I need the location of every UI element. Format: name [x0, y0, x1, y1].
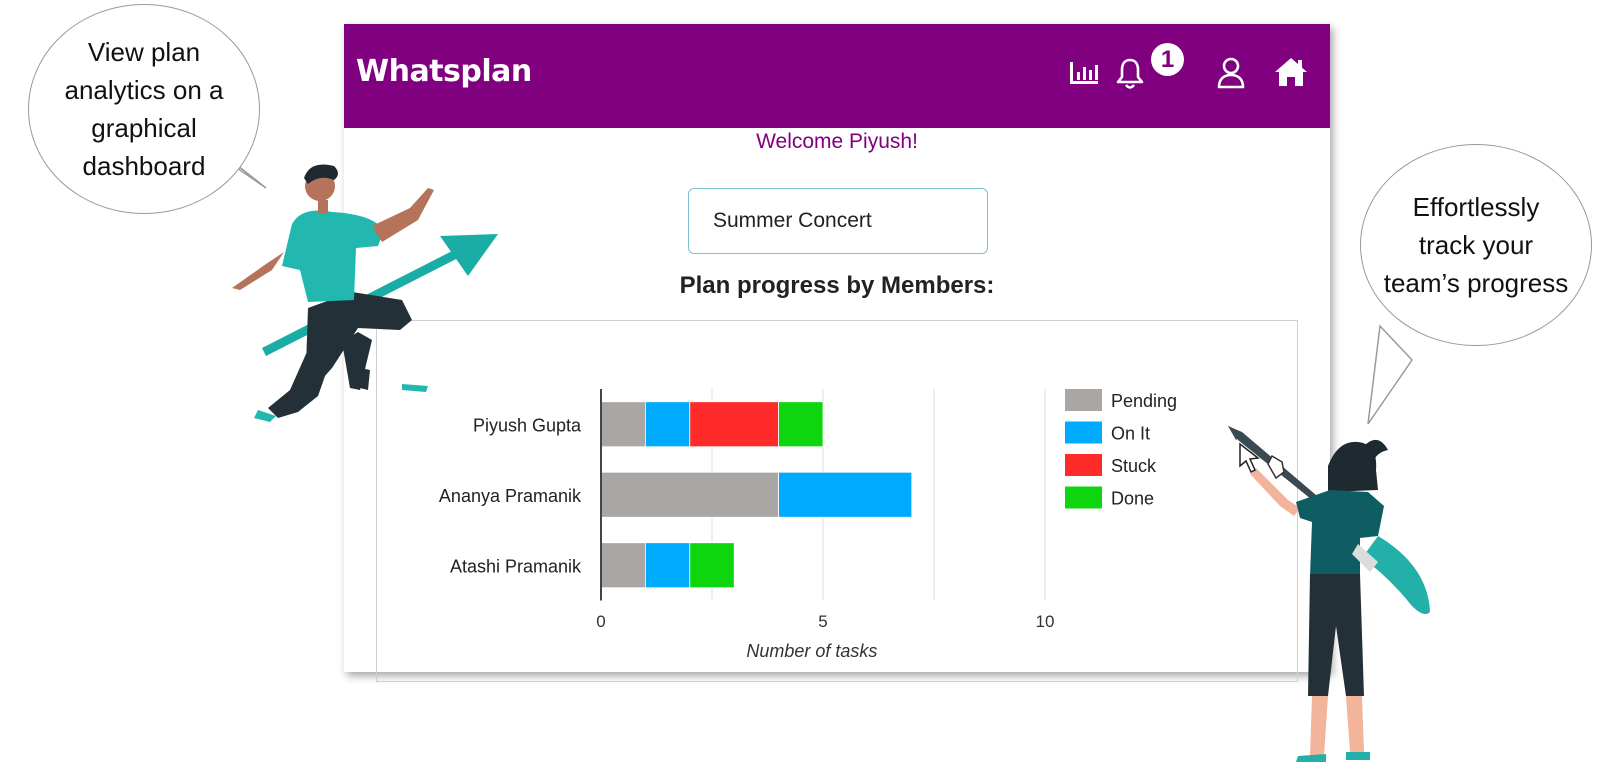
welcome-message: Welcome Piyush! [756, 130, 918, 153]
x-tick-label: 0 [596, 612, 605, 631]
bar-segment [644, 542, 691, 589]
legend-swatch [1065, 421, 1102, 444]
legend-label: Stuck [1111, 456, 1157, 476]
legend-swatch [1065, 389, 1102, 411]
callout-bubble-right: Effortlessly track your team’s progress [1360, 144, 1592, 346]
user-icon[interactable] [1216, 56, 1246, 90]
legend-label: On It [1111, 424, 1150, 444]
plan-name-field[interactable] [688, 188, 988, 254]
callout-left-line: View plan [87, 37, 201, 67]
bar-segment [644, 401, 691, 448]
x-axis-label: Number of tasks [746, 641, 877, 661]
progress-chart: Piyush Gupta Ananya Pramanik Atashi Praman… [376, 320, 1298, 682]
category-label: Atashi Pramanik [450, 556, 582, 576]
category-label: Ananya Pramanik [439, 486, 582, 506]
bar-segment [600, 401, 646, 448]
callout-right-line: Effortlessly [1412, 192, 1540, 222]
legend-label: Done [1111, 489, 1154, 509]
bar-segment [778, 401, 824, 448]
bar-segment [600, 471, 780, 518]
bell-icon[interactable] [1115, 56, 1145, 90]
legend-label: Pending [1111, 391, 1177, 411]
legend-swatch [1065, 486, 1102, 509]
x-tick-label: 5 [818, 612, 827, 631]
callout-left-line: analytics on a [64, 75, 224, 105]
callout-left-line: dashboard [82, 151, 206, 181]
bar-segment [600, 542, 646, 589]
brand-logo[interactable]: Whatsplan [356, 54, 532, 89]
stacked-bar-chart: Piyush GuptaAnanya PramanikAtashi Praman… [439, 389, 1177, 661]
analytics-icon[interactable] [1068, 58, 1100, 88]
bar-segment [689, 542, 735, 589]
bar-segment [778, 471, 913, 518]
notification-badge[interactable]: 1 [1151, 43, 1184, 76]
x-tick-label: 10 [1036, 612, 1055, 631]
app-header: Whatsplan 1 [344, 24, 1330, 128]
woman-pointer-illustration [1228, 426, 1430, 762]
home-icon[interactable] [1274, 56, 1308, 88]
callout-right-line: team’s progress [1383, 268, 1569, 298]
running-man-illustration [232, 164, 498, 422]
callout-right-line: track your [1418, 230, 1534, 260]
bar-segment [689, 401, 779, 448]
legend-swatch [1065, 454, 1102, 476]
callout-left-line: graphical [91, 113, 197, 143]
